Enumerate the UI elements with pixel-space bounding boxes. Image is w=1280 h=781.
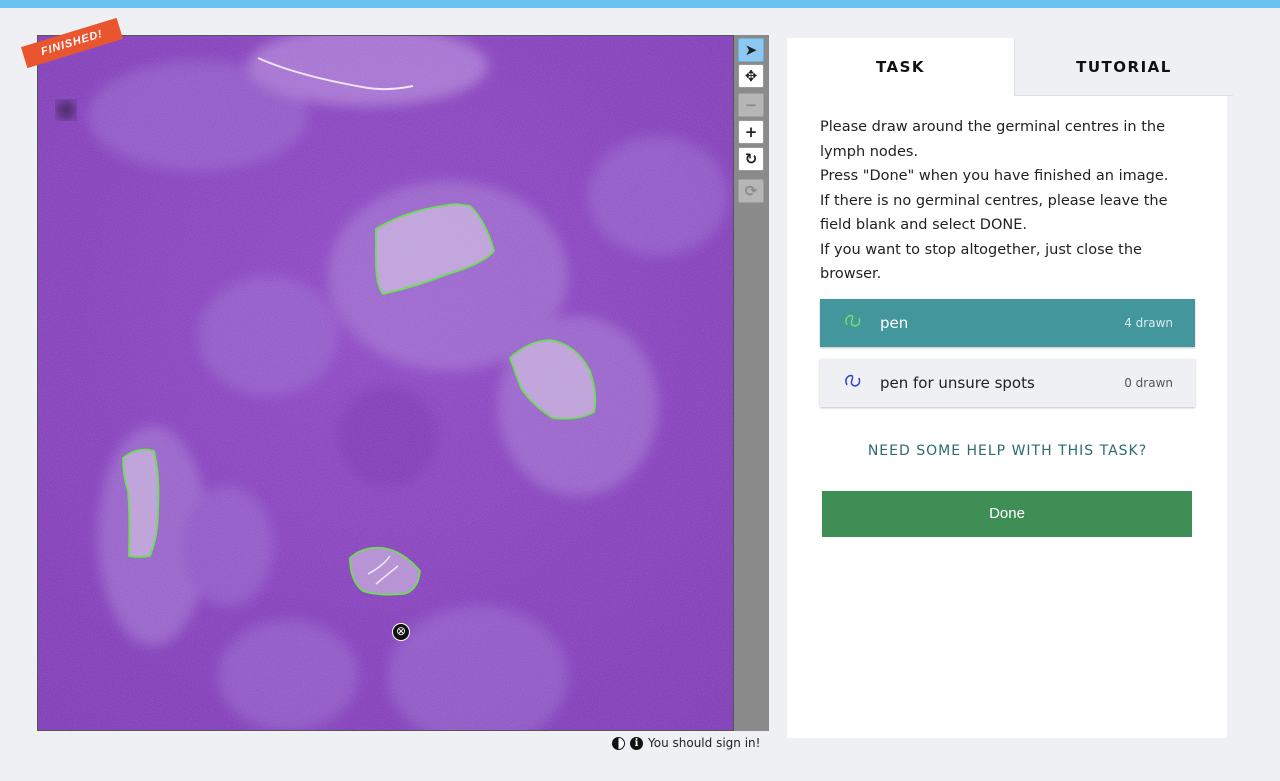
viewer-toolbar: ➤ ✥ − + ↻ ⟳ bbox=[734, 35, 769, 731]
reset-view-icon[interactable]: ⟳ bbox=[738, 179, 764, 203]
top-accent-bar bbox=[0, 0, 1280, 8]
instruction-line: If you want to stop altogether, just clo… bbox=[820, 241, 1142, 258]
rotate-icon[interactable]: ↻ bbox=[738, 147, 764, 171]
pen-tool-count: 4 drawn bbox=[1124, 316, 1173, 330]
sign-in-message: You should sign in! bbox=[648, 736, 761, 750]
freehand-pen-icon bbox=[844, 373, 864, 393]
done-button[interactable]: Done bbox=[822, 491, 1192, 537]
pen-tool-label: pen bbox=[880, 314, 909, 332]
task-instructions: Please draw around the germinal centres … bbox=[820, 115, 1200, 287]
instruction-line: Please draw around the germinal centres … bbox=[820, 119, 1165, 135]
freehand-pen-icon bbox=[844, 313, 864, 333]
tab-task[interactable]: TASK bbox=[787, 38, 1014, 96]
delete-annotation-icon[interactable]: ⊗ bbox=[392, 623, 410, 641]
viewer-footer: i You should sign in! bbox=[612, 736, 760, 750]
zoom-in-icon[interactable]: + bbox=[738, 120, 764, 144]
unsure-pen-tool-button[interactable]: pen for unsure spots 0 drawn bbox=[820, 359, 1195, 407]
tab-tutorial[interactable]: TUTORIAL bbox=[1014, 38, 1233, 96]
pan-tool-icon[interactable]: ✥ bbox=[738, 64, 764, 88]
task-panel: TASK TUTORIAL Please draw around the ger… bbox=[787, 38, 1233, 738]
pointer-tool-icon[interactable]: ➤ bbox=[738, 38, 764, 62]
instruction-line: field blank and select DONE. bbox=[820, 217, 1027, 233]
panel-tabs: TASK TUTORIAL bbox=[787, 38, 1233, 96]
instruction-line: browser. bbox=[820, 266, 882, 282]
tissue-image[interactable] bbox=[38, 36, 734, 731]
zoom-out-icon[interactable]: − bbox=[738, 93, 764, 117]
pen-tool-button[interactable]: pen 4 drawn bbox=[820, 299, 1195, 347]
instruction-line: lymph nodes. bbox=[820, 143, 919, 160]
info-icon[interactable]: i bbox=[630, 736, 643, 750]
instruction-line: Press "Done" when you have finished an i… bbox=[820, 168, 1169, 184]
subject-image-viewer[interactable]: ⊗ bbox=[37, 35, 734, 731]
unsure-pen-tool-label: pen for unsure spots bbox=[880, 374, 1035, 392]
contrast-icon[interactable] bbox=[612, 736, 625, 750]
help-link[interactable]: NEED SOME HELP WITH THIS TASK? bbox=[820, 443, 1195, 459]
unsure-pen-tool-count: 0 drawn bbox=[1124, 376, 1173, 390]
instruction-line: If there is no germinal centres, please … bbox=[820, 192, 1168, 209]
